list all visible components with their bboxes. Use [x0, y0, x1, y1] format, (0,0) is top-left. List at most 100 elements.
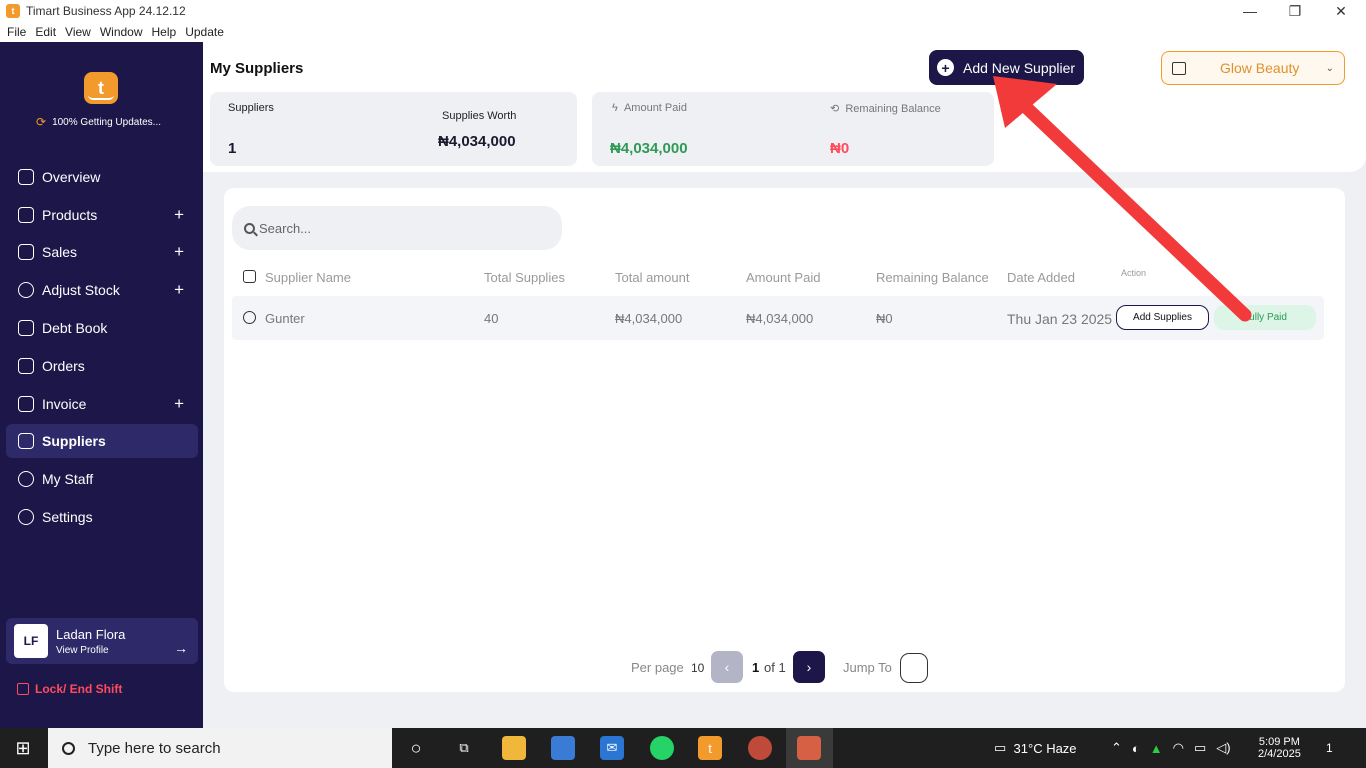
sidebar-item-debt-book[interactable]: Debt Book	[6, 311, 198, 345]
cell-total-supplies: 40	[484, 311, 499, 326]
column-header-total-supplies[interactable]: Total Supplies	[484, 270, 565, 285]
prev-page-button[interactable]: ‹	[711, 651, 743, 683]
restore-icon[interactable]: ❐	[1272, 0, 1318, 22]
jump-to-label: Jump To	[843, 660, 892, 675]
next-page-button[interactable]: ›	[793, 651, 825, 683]
update-status-text: 100% Getting Updates...	[52, 116, 162, 128]
title-bar: t Timart Business App 24.12.12	[0, 0, 1366, 22]
close-icon[interactable]: ✕	[1318, 0, 1364, 22]
sidebar-item-suppliers[interactable]: Suppliers	[6, 424, 198, 458]
taskbar-search[interactable]: Type here to search	[48, 728, 392, 768]
expand-icon[interactable]: +	[174, 205, 184, 225]
search-icon	[62, 741, 75, 755]
view-profile-link[interactable]: View Profile	[56, 645, 109, 656]
sidebar-item-products[interactable]: Products +	[6, 198, 198, 232]
column-header-amount-paid[interactable]: Amount Paid	[746, 270, 820, 285]
row-radio[interactable]	[243, 311, 256, 324]
microsoft-store-icon[interactable]	[551, 736, 575, 760]
wifi-icon[interactable]: ◠	[1173, 740, 1184, 756]
column-header-remaining-balance[interactable]: Remaining Balance	[876, 270, 989, 285]
search-input[interactable]: Search...	[259, 221, 311, 236]
timart-app-icon[interactable]: t	[698, 736, 722, 760]
sidebar-item-label: Orders	[42, 358, 85, 374]
profile-card[interactable]: LF Ladan Flora View Profile →	[6, 618, 198, 664]
cell-total-amount: ₦4,034,000	[615, 311, 683, 326]
notifications-icon[interactable]: 1	[1326, 728, 1333, 768]
menu-edit[interactable]: Edit	[35, 25, 56, 39]
active-app-highlight	[786, 728, 833, 768]
remaining-balance-label-text: Remaining Balance	[845, 103, 941, 115]
notification-count: 1	[1326, 741, 1333, 755]
profile-name: Ladan Flora	[56, 627, 126, 642]
amount-paid-label: ϟ Amount Paid	[612, 102, 687, 114]
mail-icon[interactable]: ✉	[600, 736, 624, 760]
cell-supplier-name: Gunter	[265, 311, 305, 326]
people-icon	[18, 471, 34, 487]
window-title: Timart Business App 24.12.12	[26, 4, 186, 18]
clock[interactable]: 5:09 PM 2/4/2025	[1258, 728, 1301, 768]
sidebar-item-adjust-stock[interactable]: Adjust Stock +	[6, 273, 198, 307]
payment-stat-card: ϟ Amount Paid ₦4,034,000 ⟲ Remaining Bal…	[592, 92, 994, 166]
jump-to-input[interactable]	[900, 653, 928, 683]
sidebar-item-settings[interactable]: Settings	[6, 500, 198, 534]
box-icon	[18, 207, 34, 223]
sidebar-item-label: Adjust Stock	[42, 282, 120, 298]
snipping-tool-icon[interactable]	[748, 736, 772, 760]
select-all-checkbox[interactable]	[243, 270, 256, 283]
sidebar-item-invoice[interactable]: Invoice +	[6, 387, 198, 421]
remaining-balance-value: ₦0	[830, 140, 850, 157]
app-tray-icon[interactable]: ▲	[1150, 741, 1163, 756]
per-page-select[interactable]: 10	[691, 661, 704, 675]
weather-widget[interactable]: ▭ 31°C Haze	[994, 728, 1077, 768]
search-bar[interactable]: Search...	[232, 206, 562, 250]
chevron-up-icon[interactable]: ⌃	[1111, 740, 1122, 756]
sidebar-item-my-staff[interactable]: My Staff	[6, 462, 198, 496]
sidebar-item-sales[interactable]: Sales +	[6, 235, 198, 269]
expand-icon[interactable]: +	[174, 394, 184, 414]
sidebar: t ⟳ 100% Getting Updates... Overview Pro…	[0, 42, 203, 728]
camera-icon[interactable]: ◐	[1132, 741, 1140, 756]
sidebar-item-label: Suppliers	[42, 433, 106, 449]
menu-file[interactable]: File	[7, 25, 26, 39]
search-icon	[244, 222, 255, 234]
column-header-supplier-name[interactable]: Supplier Name	[265, 270, 351, 285]
overview-icon	[18, 169, 34, 185]
app-logo-icon: t	[6, 4, 20, 18]
cell-remaining-balance: ₦0	[876, 311, 893, 326]
sidebar-item-label: Invoice	[42, 396, 87, 412]
lock-end-shift-button[interactable]: Lock/ End Shift	[17, 682, 122, 696]
page-total: of 1	[764, 660, 786, 675]
arrow-right-icon[interactable]: →	[174, 640, 188, 656]
annotation-arrow	[993, 76, 1252, 322]
sidebar-item-label: Debt Book	[42, 320, 108, 336]
taskbar-search-input[interactable]: Type here to search	[88, 740, 221, 757]
whatsapp-icon[interactable]	[650, 736, 674, 760]
column-header-total-amount[interactable]: Total amount	[615, 270, 689, 285]
gear-icon	[18, 509, 34, 525]
menu-view[interactable]: View	[65, 25, 91, 39]
sidebar-item-overview[interactable]: Overview	[6, 160, 198, 194]
menu-update[interactable]: Update	[185, 25, 224, 39]
windows-start-icon[interactable]: ⊞	[12, 737, 34, 759]
adjust-icon	[18, 282, 34, 298]
menu-bar: File Edit View Window Help Update	[0, 22, 1366, 42]
battery-icon[interactable]: ▭	[1194, 740, 1206, 756]
menu-window[interactable]: Window	[100, 25, 143, 39]
sidebar-item-label: Products	[42, 207, 98, 223]
menu-help[interactable]: Help	[152, 25, 177, 39]
wallet-icon: ⟲	[830, 103, 840, 115]
current-page: 1	[752, 660, 760, 675]
sidebar-item-label: Overview	[42, 169, 101, 185]
remaining-balance-label: ⟲ Remaining Balance	[830, 102, 941, 115]
minimize-icon[interactable]: —	[1227, 0, 1273, 22]
expand-icon[interactable]: +	[174, 280, 184, 300]
file-explorer-icon[interactable]	[502, 736, 526, 760]
suppliers-label: Suppliers	[228, 102, 274, 114]
expand-icon[interactable]: +	[174, 242, 184, 262]
supplies-worth-label: Supplies Worth	[442, 110, 517, 122]
volume-icon[interactable]: ◁)	[1216, 740, 1230, 756]
weather-icon: ▭	[994, 740, 1007, 755]
sidebar-item-orders[interactable]: Orders	[6, 349, 198, 383]
cortana-icon[interactable]: ○	[404, 736, 428, 760]
task-view-icon[interactable]: ⧉	[452, 736, 476, 760]
